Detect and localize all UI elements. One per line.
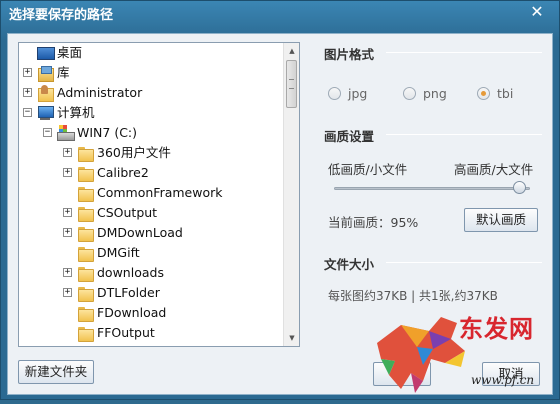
- tree-row[interactable]: + 库: [19, 63, 283, 83]
- tree-row-label: CSOutput: [97, 205, 158, 220]
- radio-jpg-label: jpg: [348, 86, 368, 101]
- high-quality-label: 高画质/大文件: [454, 162, 534, 177]
- quality-divider: [386, 134, 542, 135]
- folder-icon: [77, 265, 94, 282]
- tree-row-label: 360用户文件: [97, 145, 171, 160]
- tree-row[interactable]: FDownload: [19, 303, 283, 323]
- tree-row-label: WIN7 (C:): [77, 125, 138, 140]
- tree-row[interactable]: + downloads: [19, 263, 283, 283]
- tree-row-label: DMDownLoad: [97, 225, 183, 240]
- folder-tree[interactable]: 桌面 + 库 + Administrator − 计算机 − WIN7 (C:) +360用户文件…: [18, 42, 300, 347]
- tree-row[interactable]: + DTLFolder: [19, 283, 283, 303]
- scroll-down-icon[interactable]: ▼: [284, 330, 299, 346]
- tree-row[interactable]: FFOutput: [19, 323, 283, 343]
- folder-icon: [77, 245, 94, 262]
- tree-row-label: DMGift: [97, 245, 140, 260]
- tree-row-label: Administrator: [57, 85, 143, 100]
- folder-icon: [77, 205, 94, 222]
- folder-icon: [77, 325, 94, 342]
- dialog-title: 选择要保存的路径: [9, 8, 114, 23]
- quality-slider[interactable]: [334, 187, 530, 190]
- folder-icon: [77, 345, 93, 346]
- tree-row[interactable]: + Calibre2: [19, 163, 283, 183]
- format-divider: [386, 52, 542, 53]
- scroll-thumb[interactable]: [286, 60, 297, 108]
- expand-icon[interactable]: +: [63, 208, 72, 217]
- radio-png-circle: [403, 87, 416, 100]
- user-folder-icon: [37, 85, 54, 102]
- save-path-dialog: 选择要保存的路径 ✕ 桌面 + 库 + Administrator − 计算机 − WIN7 (…: [0, 0, 560, 400]
- folder-icon: [77, 305, 94, 322]
- format-section-title: 图片格式: [324, 47, 375, 62]
- tree-row-label: 桌面: [57, 45, 83, 60]
- tree-row-label: FFOutput: [97, 325, 155, 340]
- tree-row-label: FDownload: [97, 305, 167, 320]
- expand-icon[interactable]: +: [23, 68, 32, 77]
- size-section-title: 文件大小: [324, 257, 375, 272]
- expand-icon[interactable]: +: [63, 148, 72, 157]
- tree-row-label: CommonFramework: [97, 185, 223, 200]
- close-icon[interactable]: ✕: [525, 3, 549, 21]
- ok-button[interactable]: [373, 362, 431, 386]
- desktop-icon: [37, 45, 55, 61]
- computer-icon: [37, 105, 54, 121]
- expand-icon[interactable]: +: [63, 288, 72, 297]
- tree-row-label: 计算机: [57, 105, 95, 120]
- tree-row-label: Calibre2: [97, 165, 149, 180]
- folder-icon: [77, 145, 94, 162]
- tree-row[interactable]: − WIN7 (C:): [19, 123, 283, 143]
- tree-row[interactable]: DMGift: [19, 243, 283, 263]
- expand-icon[interactable]: +: [23, 88, 32, 97]
- low-quality-label: 低画质/小文件: [328, 162, 408, 177]
- tree-row[interactable]: + DMDownLoad: [19, 223, 283, 243]
- size-divider: [386, 262, 542, 263]
- folder-icon: [77, 185, 94, 202]
- collapse-icon[interactable]: −: [43, 128, 52, 137]
- new-folder-button[interactable]: 新建文件夹: [18, 360, 94, 384]
- scroll-up-icon[interactable]: ▲: [284, 43, 299, 59]
- quality-slider-thumb[interactable]: [513, 181, 527, 194]
- file-size-text: 每张图约37KB | 共1张,约37KB: [328, 289, 498, 303]
- tree-row[interactable]: +360用户文件: [19, 143, 283, 163]
- tree-row[interactable]: − 计算机: [19, 103, 283, 123]
- folder-icon: [77, 165, 94, 182]
- folder-tree-rows: 桌面 + 库 + Administrator − 计算机 − WIN7 (C:) +360用户文件…: [19, 43, 283, 346]
- radio-tbi-label: tbi: [497, 86, 514, 101]
- tree-row-label: downloads: [97, 265, 164, 280]
- expand-icon[interactable]: +: [63, 228, 72, 237]
- tree-row-label: DTLFolder: [97, 285, 160, 300]
- current-quality-text: 当前画质：95%: [328, 215, 419, 230]
- tree-scrollbar[interactable]: ▲ ▼: [283, 43, 299, 346]
- drive-icon: [57, 125, 75, 141]
- cancel-button[interactable]: 取消: [482, 362, 540, 386]
- dialog-body: 桌面 + 库 + Administrator − 计算机 − WIN7 (C:) +360用户文件…: [7, 33, 553, 395]
- folder-icon: [77, 225, 94, 242]
- tree-row[interactable]: + Administrator: [19, 83, 283, 103]
- expand-icon[interactable]: +: [63, 268, 72, 277]
- tree-row[interactable]: CommonFramework: [19, 183, 283, 203]
- radio-jpg-circle: [328, 87, 341, 100]
- folder-icon: [77, 285, 94, 302]
- tree-row[interactable]: [19, 343, 283, 346]
- radio-tbi-circle: [477, 87, 490, 100]
- library-icon: [37, 65, 54, 82]
- tree-row[interactable]: 桌面: [19, 43, 283, 63]
- collapse-icon[interactable]: −: [23, 108, 32, 117]
- tree-row-label: 库: [57, 65, 70, 80]
- expand-icon[interactable]: +: [63, 168, 72, 177]
- quality-section-title: 画质设置: [324, 129, 375, 144]
- default-quality-button[interactable]: 默认画质: [464, 208, 538, 232]
- tree-row[interactable]: + CSOutput: [19, 203, 283, 223]
- radio-png-label: png: [423, 86, 447, 101]
